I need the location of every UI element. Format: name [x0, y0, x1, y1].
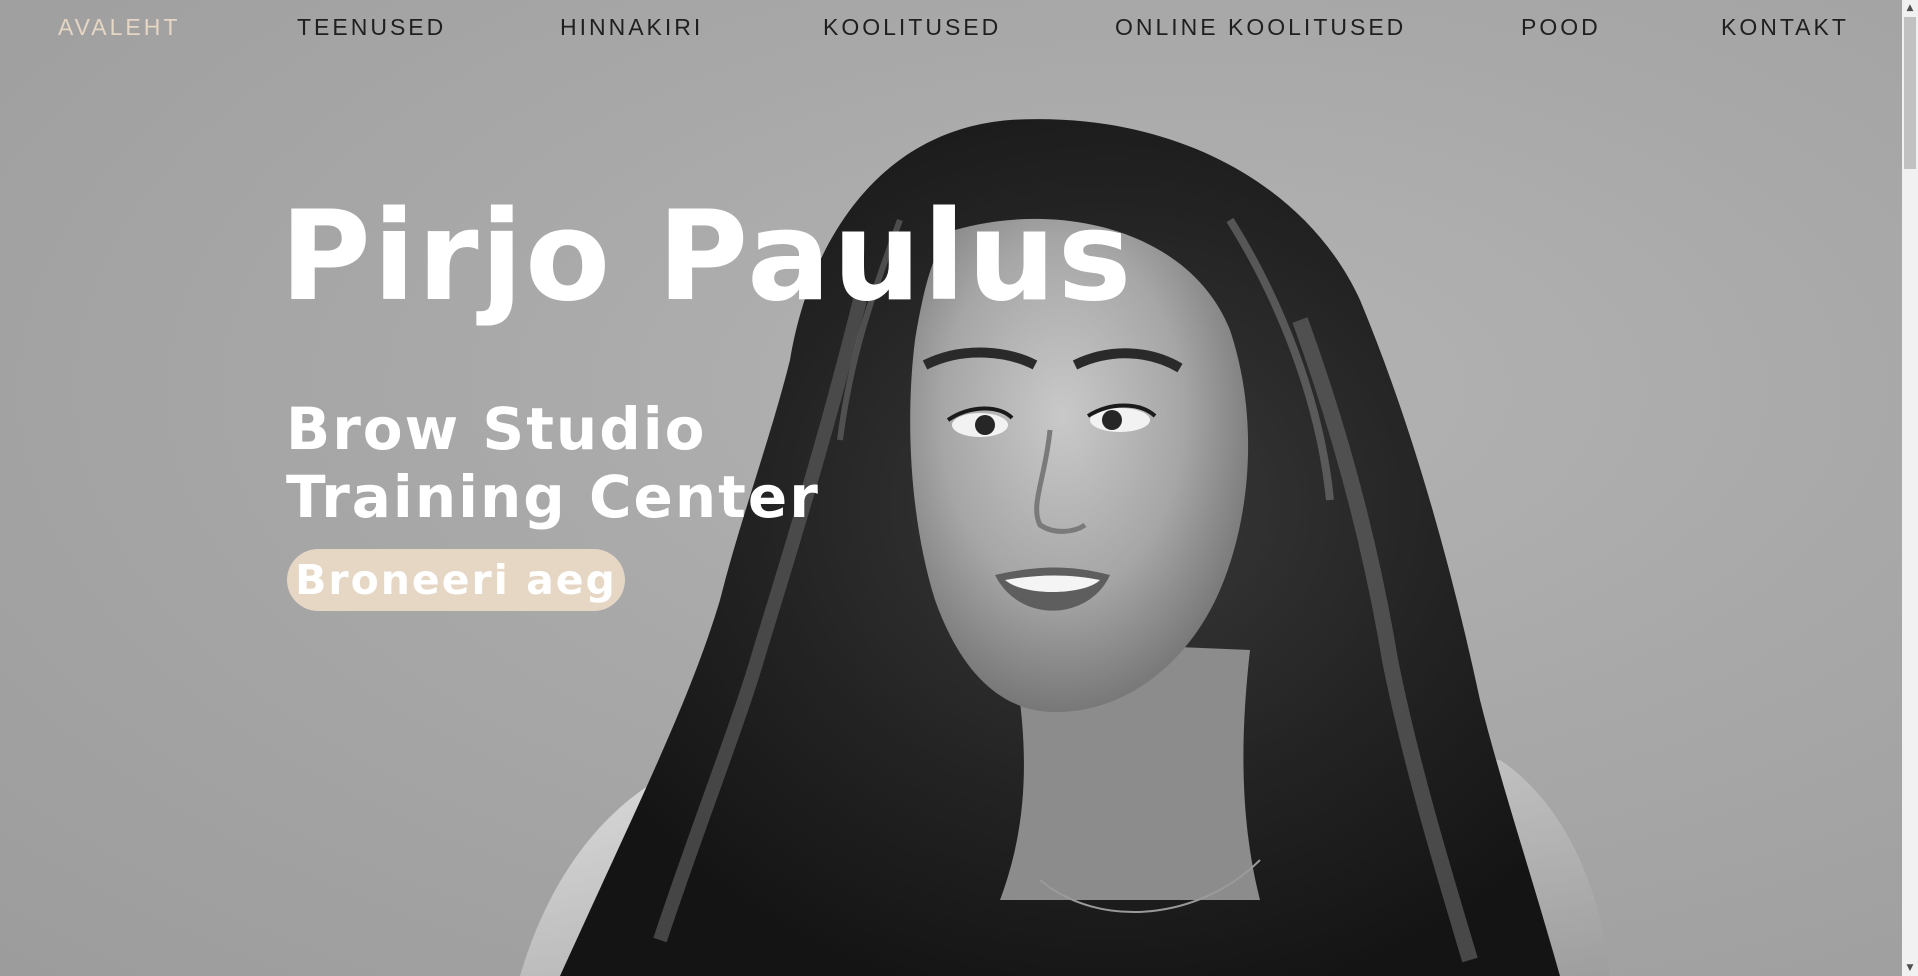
hero-title: Pirjo Paulus [280, 185, 1134, 329]
main-nav: AVALEHT TEENUSED HINNAKIRI KOOLITUSED ON… [0, 0, 1902, 60]
nav-item-avaleht[interactable]: AVALEHT [58, 14, 180, 41]
scrollbar-thumb[interactable] [1904, 17, 1916, 169]
hero-subtitle-line-1: Brow Studio [286, 395, 707, 463]
nav-item-pood[interactable]: POOD [1521, 14, 1601, 41]
scroll-up-arrow-icon[interactable]: ▲ [1902, 0, 1918, 16]
page-viewport: AVALEHT TEENUSED HINNAKIRI KOOLITUSED ON… [0, 0, 1902, 976]
vertical-scrollbar[interactable]: ▲ ▼ [1902, 0, 1918, 976]
nav-item-koolitused[interactable]: KOOLITUSED [823, 14, 1001, 41]
book-appointment-button[interactable]: Broneeri aeg [287, 549, 625, 611]
scroll-down-arrow-icon[interactable]: ▼ [1902, 960, 1918, 976]
hero-subtitle-line-2: Training Center [286, 463, 820, 531]
hero-subtitle: Brow Studio Training Center [286, 395, 820, 531]
nav-item-teenused[interactable]: TEENUSED [297, 14, 446, 41]
nav-item-online-koolitused[interactable]: ONLINE KOOLITUSED [1115, 14, 1406, 41]
nav-item-hinnakiri[interactable]: HINNAKIRI [560, 14, 703, 41]
nav-item-kontakt[interactable]: KONTAKT [1721, 14, 1849, 41]
